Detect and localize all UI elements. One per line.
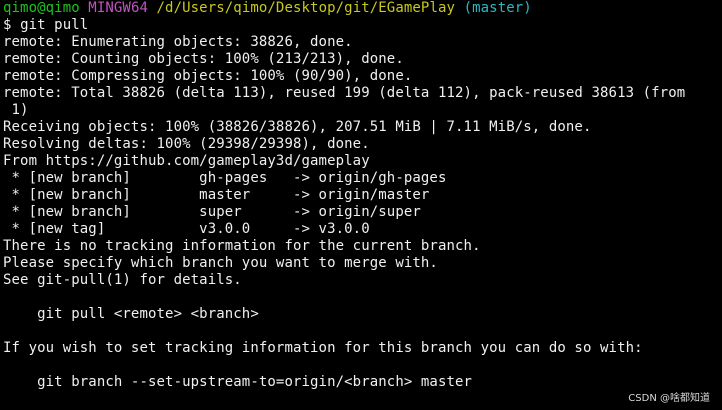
prompt-environment: MINGW64 <box>88 0 148 16</box>
prompt-user-host: qimo@qimo <box>3 0 80 16</box>
output-line: remote: Compressing objects: 100% (90/90… <box>3 68 413 84</box>
output-line: If you wish to set tracking information … <box>3 340 643 356</box>
output-line: git pull <remote> <branch> <box>3 306 259 322</box>
output-line: * [new branch] super -> origin/super <box>3 204 421 220</box>
watermark-text: CSDN @啥都知道 <box>628 393 710 404</box>
prompt-line: qimo@qimo MINGW64 /d/Users/qimo/Desktop/… <box>3 0 722 17</box>
output-line: See git-pull(1) for details. <box>3 272 242 288</box>
output-line: 1) <box>3 102 29 118</box>
terminal-window[interactable]: qimo@qimo MINGW64 /d/Users/qimo/Desktop/… <box>0 0 722 410</box>
output-line: Please specify which branch you want to … <box>3 255 438 271</box>
command-line: $ git pull <box>3 17 722 34</box>
prompt-working-directory: /d/Users/qimo/Desktop/git/EGamePlay <box>156 0 456 16</box>
output-line: git branch --set-upstream-to=origin/<bra… <box>3 374 473 390</box>
output-line: Receiving objects: 100% (38826/38826), 2… <box>3 119 592 135</box>
output-line: remote: Enumerating objects: 38826, done… <box>3 34 353 50</box>
output-line: There is no tracking information for the… <box>3 238 481 254</box>
output-line: remote: Total 38826 (delta 113), reused … <box>3 85 686 101</box>
output-line: remote: Counting objects: 100% (213/213)… <box>3 51 404 67</box>
output-line: * [new branch] master -> origin/master <box>3 187 430 203</box>
prompt-symbol: $ <box>3 17 12 33</box>
output-line: * [new branch] gh-pages -> origin/gh-pag… <box>3 170 447 186</box>
output-line: From https://github.com/gameplay3d/gamep… <box>3 153 370 169</box>
output-line: Resolving deltas: 100% (29398/29398), do… <box>3 136 370 152</box>
output-line: * [new tag] v3.0.0 -> v3.0.0 <box>3 221 370 237</box>
command-text: git pull <box>20 17 89 33</box>
prompt-git-branch: (master) <box>463 0 532 16</box>
